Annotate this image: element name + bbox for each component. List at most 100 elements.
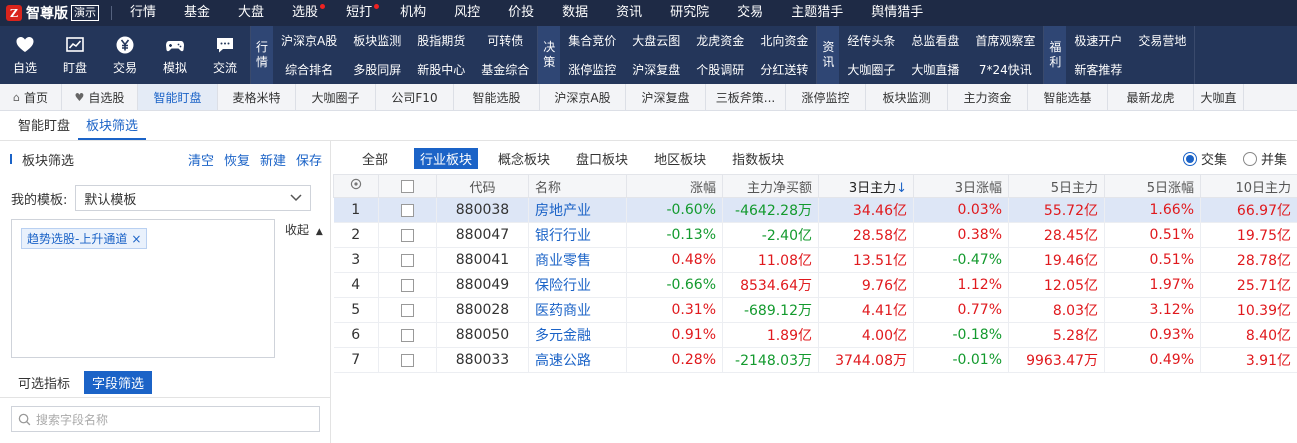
top-nav-item[interactable]: 研究院 [656,0,723,26]
top-nav-item[interactable]: 大盘 [224,0,278,26]
page-tab[interactable]: 板块监测 [866,84,948,110]
ribbon-item[interactable]: 沪深京A股 [273,26,345,55]
ribbon-item[interactable]: 大咖圈子 [839,55,903,84]
block-type-tab[interactable]: 全部 [356,148,394,169]
col-net-buy[interactable]: 主力净买额 [722,174,819,198]
ribbon-item[interactable]: 交易营地 [1130,26,1194,55]
page-tab[interactable]: 智能选股 [454,84,540,110]
quick-button[interactable]: 盯盘 [50,26,100,84]
block-name-link[interactable]: 房地产业 [528,197,627,223]
block-type-tab[interactable]: 地区板块 [648,148,712,169]
ribbon-item[interactable]: 总监看盘 [903,26,967,55]
col-main-3d[interactable]: 3日主力↓ [818,174,914,198]
page-tab[interactable]: 智能盯盘 [138,84,218,110]
ribbon-item[interactable]: 集合竞价 [560,26,624,55]
condition-tag[interactable]: 趋势选股-上升通道 × [21,228,148,249]
top-nav-item[interactable]: 资讯 [602,0,656,26]
ribbon-item[interactable]: 沪深复盘 [624,55,688,84]
ribbon-item[interactable]: 涨停监控 [560,55,624,84]
radio-button[interactable] [1182,151,1197,166]
col-change-3d[interactable]: 3日涨幅 [913,174,1009,198]
quick-button[interactable]: 自选 [0,26,50,84]
col-name[interactable]: 名称 [528,174,627,198]
ribbon-item[interactable]: 经传头条 [839,26,903,55]
block-name-link[interactable]: 多元金融 [528,322,627,348]
row-checkbox[interactable] [401,203,414,217]
save-button[interactable]: 保存 [296,150,322,169]
quick-button[interactable]: 模拟 [150,26,200,84]
ribbon-item[interactable]: 7*24快讯 [967,55,1043,84]
table-row[interactable]: 6 880050 多元金融 0.91% 1.89亿 4.00亿 -0.18% 5.28亿 0.9… [333,322,1297,348]
ribbon-item[interactable]: 极速开户 [1066,26,1130,55]
top-nav-item[interactable]: 机构 [386,0,440,26]
sub-tab[interactable]: 板块筛选 [78,115,147,140]
col-main-5d[interactable]: 5日主力 [1008,174,1105,198]
ribbon-item[interactable]: 北向资金 [752,26,816,55]
indicator-tab[interactable]: 字段筛选 [84,371,153,394]
top-nav-item[interactable]: 舆情猎手 [857,0,937,26]
ribbon-item[interactable]: 综合排名 [273,55,345,84]
quick-button[interactable]: 交易 [100,26,150,84]
ribbon-item[interactable]: 大咖直播 [903,55,967,84]
sub-tab[interactable]: 智能盯盘 [10,115,78,140]
collapse-button[interactable]: 收起 ▲ [285,221,323,238]
row-checkbox[interactable] [401,353,414,367]
top-nav-item[interactable]: 基金 [170,0,224,26]
col-change-5d[interactable]: 5日涨幅 [1104,174,1201,198]
top-nav-item[interactable]: 短打 [332,0,386,26]
settings-header-cell[interactable] [333,174,379,198]
page-tab[interactable]: 大咖直 [1194,84,1244,110]
row-checkbox-cell[interactable] [378,247,437,273]
page-tab[interactable]: 沪深复盘 [626,84,706,110]
page-tab[interactable]: 涨停监控 [786,84,866,110]
select-all-cell[interactable] [378,174,437,198]
field-search-input[interactable]: 搜索字段名称 [11,406,320,432]
table-row[interactable]: 7 880033 高速公路 0.28% -2148.03万 3744.08万 -0.01% 9… [333,347,1297,373]
page-tab[interactable]: 麦格米特 [218,84,296,110]
page-tab[interactable]: 三板斧策... [706,84,786,110]
table-row[interactable]: 1 880038 房地产业 -0.60% -4642.28万 34.46亿 0.03% 55.… [333,197,1297,223]
block-name-link[interactable]: 银行行业 [528,222,627,248]
block-name-link[interactable]: 高速公路 [528,347,627,373]
row-checkbox[interactable] [401,228,414,242]
ribbon-item[interactable]: 板块监测 [345,26,409,55]
page-tab[interactable]: 公司F10 [376,84,454,110]
ribbon-item[interactable]: 新股中心 [409,55,473,84]
restore-button[interactable]: 恢复 [224,150,250,169]
ribbon-group-tag[interactable]: 决策 [538,26,561,84]
template-select[interactable]: 默认模板 [75,185,312,211]
block-name-link[interactable]: 商业零售 [528,247,627,273]
mode-radio[interactable]: 并集 [1242,149,1287,168]
ribbon-item[interactable]: 股指期货 [409,26,473,55]
row-checkbox-cell[interactable] [378,272,437,298]
block-type-tab[interactable]: 盘口板块 [570,148,634,169]
ribbon-item[interactable]: 龙虎资金 [688,26,752,55]
ribbon-item[interactable]: 首席观察室 [967,26,1043,55]
page-tab[interactable]: 最新龙虎 [1108,84,1194,110]
ribbon-group-tag[interactable]: 资讯 [817,26,840,84]
block-type-tab[interactable]: 指数板块 [726,148,790,169]
table-row[interactable]: 2 880047 银行行业 -0.13% -2.40亿 28.58亿 0.38% 28.45亿… [333,222,1297,248]
ribbon-item[interactable]: 多股同屏 [345,55,409,84]
clear-button[interactable]: 清空 [188,150,214,169]
indicator-tab[interactable]: 可选指标 [10,371,78,394]
top-nav-item[interactable]: 选股 [278,0,332,26]
ribbon-item[interactable]: 大盘云图 [624,26,688,55]
table-row[interactable]: 3 880041 商业零售 0.48% 11.08亿 13.51亿 -0.47% 19.46亿… [333,247,1297,273]
block-type-tab[interactable]: 概念板块 [492,148,556,169]
top-nav-item[interactable]: 价投 [494,0,548,26]
new-button[interactable]: 新建 [260,150,286,169]
row-checkbox-cell[interactable] [378,347,437,373]
row-checkbox-cell[interactable] [378,197,437,223]
row-checkbox[interactable] [401,253,414,267]
page-tab[interactable]: ♥ 自选股 [62,84,138,110]
row-checkbox-cell[interactable] [378,322,437,348]
top-nav-item[interactable]: 风控 [440,0,494,26]
row-checkbox[interactable] [401,303,414,317]
page-tab[interactable]: 智能选基 [1028,84,1108,110]
top-nav-item[interactable]: 主题猎手 [777,0,857,26]
top-nav-item[interactable]: 行情 [116,0,170,26]
radio-button[interactable] [1242,151,1257,166]
col-code[interactable]: 代码 [436,174,529,198]
gear-icon[interactable] [350,178,362,190]
